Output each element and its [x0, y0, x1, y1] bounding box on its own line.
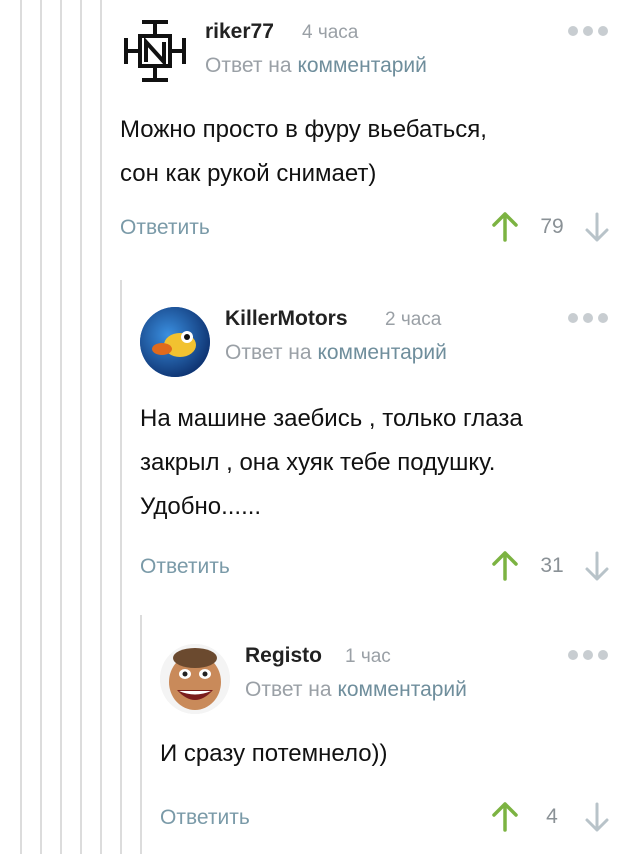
rammstein-logo-icon [124, 20, 186, 82]
thread-line-5 [100, 0, 102, 854]
reply-to-link[interactable]: комментарий [337, 678, 466, 701]
thread-line-2 [40, 0, 42, 854]
avatar-killermotors[interactable] [140, 307, 210, 377]
reply-to-prefix: Ответ на [245, 678, 332, 701]
more-dots-icon[interactable] [568, 26, 608, 36]
rating-count: 79 [540, 215, 564, 238]
avatar-registo[interactable] [160, 644, 230, 714]
vote-controls: 79 [488, 210, 612, 244]
comment-username[interactable]: KillerMotors [225, 307, 348, 331]
reply-to-prefix: Ответ на [205, 54, 292, 77]
comment-registo: Registo 1 час Ответ на комментарий И сра… [160, 644, 640, 846]
comment-username[interactable]: riker77 [205, 20, 274, 44]
reply-to-link[interactable]: комментарий [297, 54, 426, 77]
comment-time: 2 часа [385, 309, 442, 330]
grinning-face-avatar-icon [160, 644, 230, 714]
reply-button[interactable]: Ответить [120, 216, 210, 240]
avatar-riker77[interactable] [124, 20, 194, 90]
thread-line-4 [80, 0, 82, 854]
comment-text: И сразу потемнело)) [160, 740, 388, 767]
more-dots-icon[interactable] [568, 313, 608, 323]
comment-username[interactable]: Registo [245, 644, 322, 668]
downvote-arrow-icon[interactable] [582, 549, 612, 583]
comment-text: Можно просто в фуру вьебаться, сон как р… [120, 116, 487, 187]
vote-controls: 4 [488, 800, 612, 834]
downvote-arrow-icon[interactable] [582, 800, 612, 834]
upvote-arrow-icon[interactable] [488, 210, 522, 244]
rating-count: 4 [546, 805, 558, 828]
thread-line-6 [120, 280, 122, 854]
thread-line-3 [60, 0, 62, 854]
comment-killermotors: KillerMotors 2 часа Ответ на комментарий… [140, 307, 640, 595]
reply-to: Ответ на комментарий [225, 341, 447, 365]
snail-avatar-icon [140, 307, 210, 377]
reply-to: Ответ на комментарий [205, 54, 427, 78]
comment-text: На машине заебись , только глаза закрыл … [140, 405, 523, 520]
rating-count: 31 [540, 554, 564, 577]
reply-to-link[interactable]: комментарий [317, 341, 446, 364]
thread-line-7 [140, 615, 142, 854]
thread-line-1 [20, 0, 22, 854]
comment-time: 1 час [345, 646, 391, 667]
reply-button[interactable]: Ответить [140, 555, 230, 579]
upvote-arrow-icon[interactable] [488, 549, 522, 583]
reply-to: Ответ на комментарий [245, 678, 467, 702]
upvote-arrow-icon[interactable] [488, 800, 522, 834]
comment-riker77: riker77 4 часа Ответ на комментарий Можн… [120, 20, 640, 256]
downvote-arrow-icon[interactable] [582, 210, 612, 244]
vote-controls: 31 [488, 549, 612, 583]
reply-button[interactable]: Ответить [160, 806, 250, 830]
comment-time: 4 часа [302, 22, 359, 43]
reply-to-prefix: Ответ на [225, 341, 312, 364]
more-dots-icon[interactable] [568, 650, 608, 660]
